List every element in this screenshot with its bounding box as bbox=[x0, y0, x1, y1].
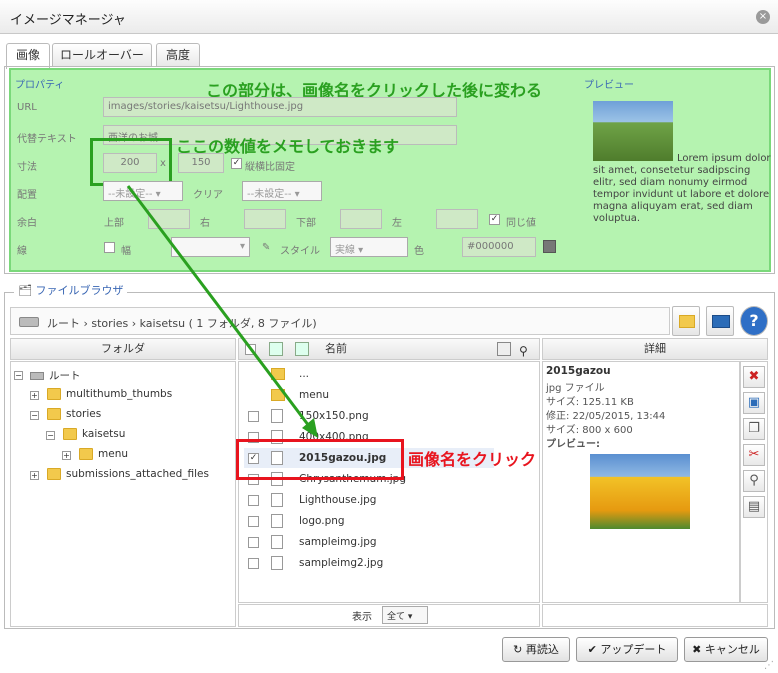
detail-type: jpg ファイル bbox=[546, 383, 605, 394]
detail-modified: 修正: 22/05/2015, 13:44 bbox=[546, 411, 666, 422]
delete-icon[interactable]: ✖ bbox=[743, 366, 765, 388]
details-icon[interactable]: ▤ bbox=[743, 496, 765, 518]
detail-name: 2015gazou bbox=[546, 365, 611, 377]
detail-preview-label: プレビュー: bbox=[546, 439, 600, 450]
insert-icon[interactable]: ▣ bbox=[743, 392, 765, 414]
detail-size: サイズ: 125.11 KB bbox=[546, 397, 634, 408]
annotation-arrow bbox=[126, 185, 318, 438]
display-label: 表示 bbox=[352, 612, 372, 623]
display-select[interactable]: 全て ▾ bbox=[382, 606, 428, 624]
check-icon: ✔ bbox=[587, 643, 601, 656]
cancel-button[interactable]: ✖ キャンセル bbox=[684, 637, 768, 662]
zoom-icon[interactable]: ⚲ bbox=[743, 470, 765, 492]
detail-dimensions: サイズ: 800 x 600 bbox=[546, 425, 633, 436]
cut-icon[interactable]: ✂ bbox=[743, 444, 765, 466]
cancel-icon: ✖ bbox=[692, 643, 705, 656]
reload-icon: ↻ bbox=[513, 643, 526, 656]
detail-preview-image bbox=[590, 454, 690, 529]
update-button[interactable]: ✔ アップデート bbox=[576, 637, 678, 662]
resize-grip-icon[interactable]: ⋰ bbox=[764, 660, 774, 671]
reload-button[interactable]: ↻ 再読込 bbox=[502, 637, 570, 662]
copy-icon[interactable]: ❐ bbox=[743, 418, 765, 440]
